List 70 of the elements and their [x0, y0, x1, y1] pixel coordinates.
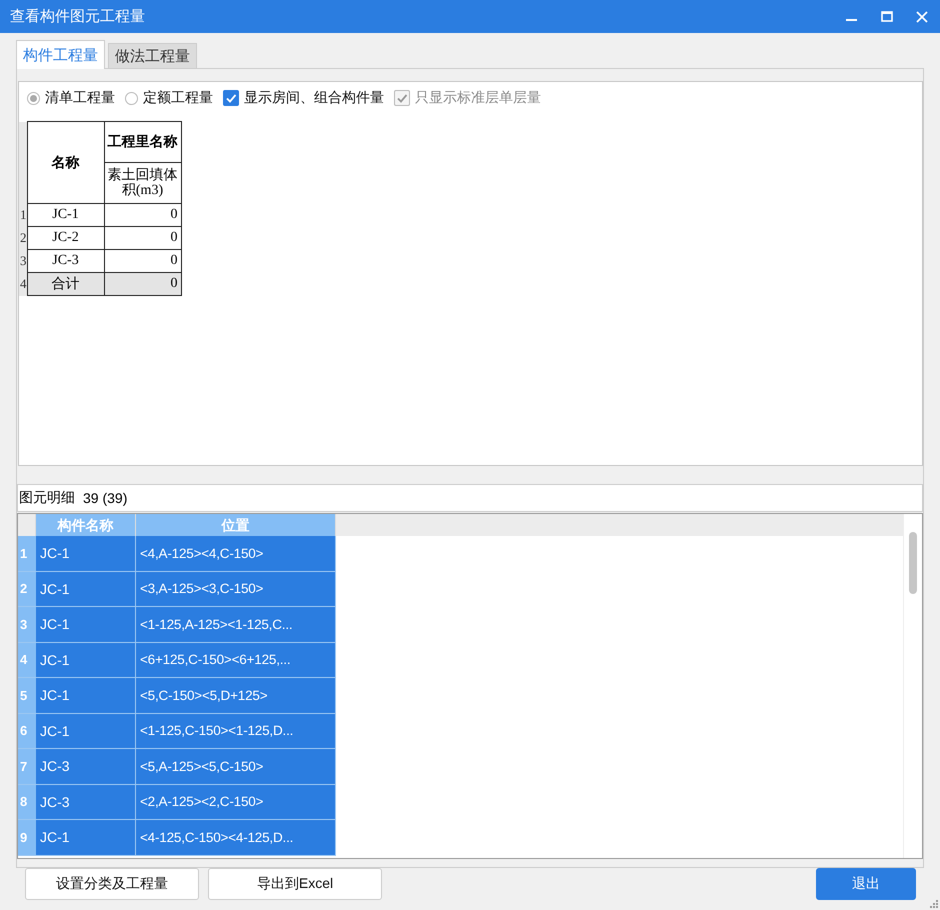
scrollbar-thumb[interactable] [909, 532, 917, 594]
close-icon[interactable] [914, 8, 930, 24]
table-cell: 合计 [27, 272, 104, 296]
column-header: 素土回填体积(m3) [104, 162, 181, 204]
grid-row[interactable]: 5 JC-1 <5,C-150><5,D+125> [18, 678, 903, 714]
table-cell: JC-1 [36, 642, 136, 678]
grid-row[interactable]: 7 JC-3 <5,A-125><5,C-150> [18, 749, 903, 784]
resize-grip-icon[interactable] [929, 899, 938, 908]
detail-label: 图元明细 [19, 489, 75, 507]
option-label: 清单工程量 [45, 89, 115, 107]
grid-row[interactable]: 4 JC-1 <6+125,C-150><6+125,... [18, 642, 903, 678]
table-cell: JC-3 [27, 250, 104, 272]
table-cell: JC-1 [27, 204, 104, 226]
grid-row[interactable]: 1 JC-1 <4,A-125><4,C-150> [18, 536, 903, 572]
tab[interactable]: 构件工程量 [16, 40, 105, 69]
radio-button[interactable] [27, 92, 40, 104]
row-number: 8 [18, 784, 36, 820]
table-cell: JC-1 [36, 572, 136, 607]
table-cell: 0 [104, 250, 181, 272]
table-cell: <2,A-125><2,C-150> [136, 784, 336, 820]
column-header: 名称 [27, 122, 104, 204]
table-cell: JC-1 [36, 678, 136, 714]
row-number: 2 [19, 226, 27, 250]
grid-row[interactable]: 9 JC-1 <4-125,C-150><4-125,D... [18, 820, 903, 856]
row-number: 4 [19, 272, 27, 296]
table-cell: <4-125,C-150><4-125,D... [136, 820, 336, 856]
table-cell: <5,A-125><5,C-150> [136, 749, 336, 784]
row-number: 3 [19, 250, 27, 272]
table-cell: <1-125,A-125><1-125,C... [136, 607, 336, 642]
window-title: 查看构件图元工程量 [10, 7, 146, 26]
row-number: 2 [18, 572, 36, 607]
table-cell: JC-1 [36, 714, 136, 749]
table-cell: <3,A-125><3,C-150> [136, 572, 336, 607]
row-number: 1 [19, 204, 27, 226]
table-cell: JC-3 [36, 784, 136, 820]
row-number: 7 [18, 749, 36, 784]
table-cell: 0 [104, 204, 181, 226]
table-cell: JC-1 [36, 607, 136, 642]
table-cell: <4,A-125><4,C-150> [136, 536, 336, 572]
radio-button[interactable] [125, 92, 138, 104]
tab[interactable]: 做法工程量 [108, 43, 197, 68]
grid-row[interactable]: 8 JC-3 <2,A-125><2,C-150> [18, 784, 903, 820]
maximize-icon[interactable] [879, 8, 895, 24]
action-button[interactable]: 设置分类及工程量 [25, 868, 199, 900]
row-number: 1 [18, 536, 36, 572]
table-cell: 0 [104, 272, 181, 296]
row-number: 5 [18, 678, 36, 714]
row-number: 4 [18, 642, 36, 678]
option-label: 定额工程量 [143, 89, 213, 107]
checkbox[interactable] [223, 90, 239, 106]
row-number: 3 [18, 607, 36, 642]
table-cell: JC-2 [27, 226, 104, 250]
table-cell: JC-1 [36, 536, 136, 572]
table-cell: JC-1 [36, 820, 136, 856]
action-button[interactable]: 退出 [816, 868, 916, 900]
table-cell: JC-3 [36, 749, 136, 784]
grid-row[interactable]: 3 JC-1 <1-125,A-125><1-125,C... [18, 607, 903, 642]
grid-row[interactable]: 6 JC-1 <1-125,C-150><1-125,D... [18, 714, 903, 749]
option-label: 只显示标准层单层量 [415, 89, 541, 107]
grid-row[interactable]: 2 JC-1 <3,A-125><3,C-150> [18, 572, 903, 607]
row-number: 9 [18, 820, 36, 856]
option-label: 显示房间、组合构件量 [244, 89, 384, 107]
table-cell: <1-125,C-150><1-125,D... [136, 714, 336, 749]
table-cell: <6+125,C-150><6+125,... [136, 642, 336, 678]
row-number: 6 [18, 714, 36, 749]
column-header: 工程里名称 [104, 122, 181, 162]
detail-count: 39 (39) [83, 490, 128, 506]
action-button[interactable]: 导出到Excel [208, 868, 382, 900]
table-cell: 0 [104, 226, 181, 250]
table-cell: <5,C-150><5,D+125> [136, 678, 336, 714]
